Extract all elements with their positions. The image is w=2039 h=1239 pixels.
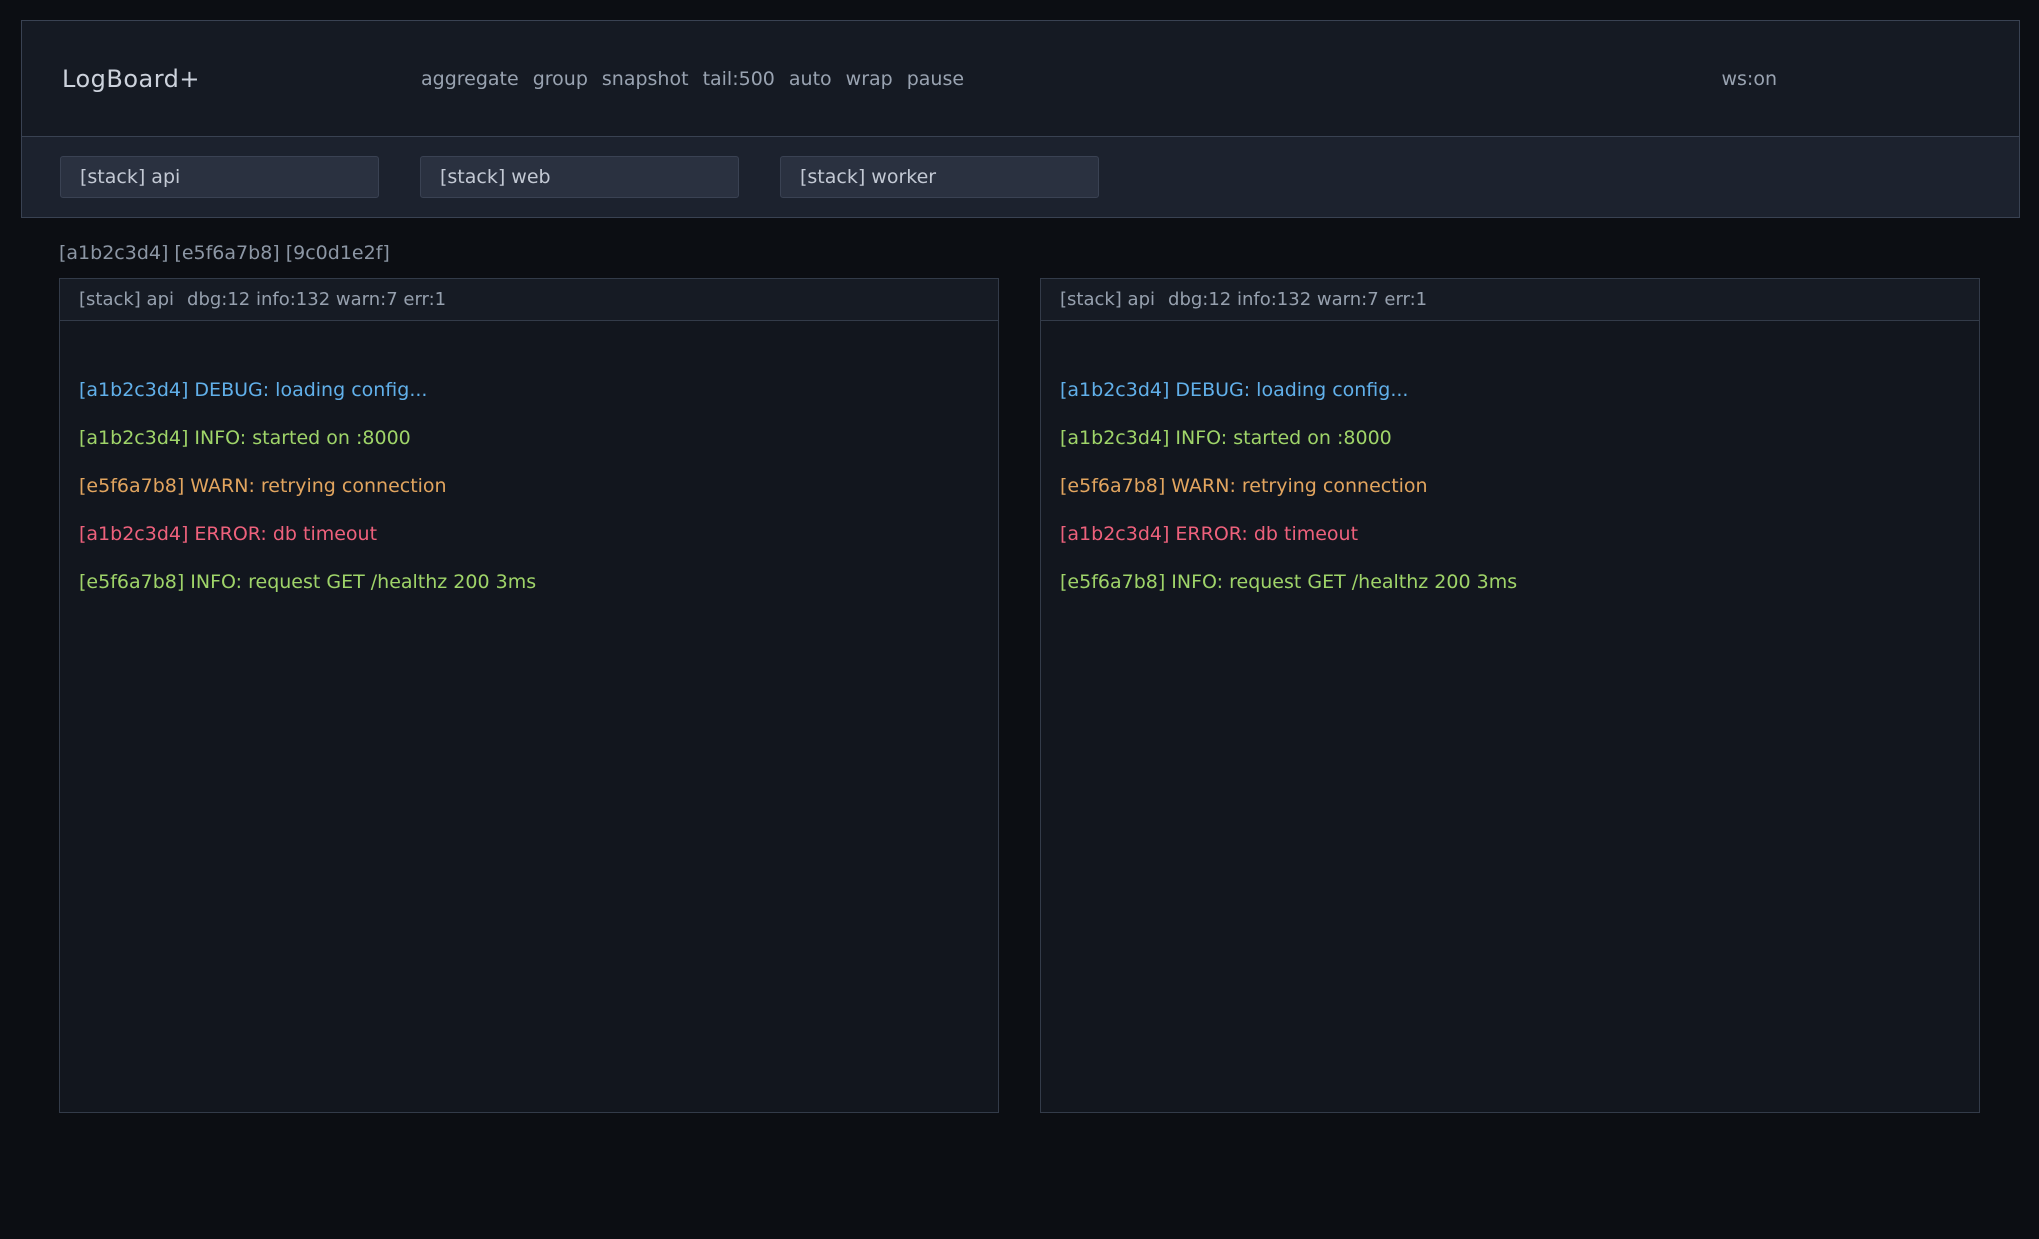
panel-stats: dbg:12 info:132 warn:7 err:1 [187,289,446,310]
trace-ids-line: [a1b2c3d4] [e5f6a7b8] [9c0d1e2f] [59,240,2039,266]
menu-item-auto[interactable]: auto [789,68,832,90]
log-line-debug: [a1b2c3d4] DEBUG: loading config... [1060,366,1960,414]
menu-item-snapshot[interactable]: snapshot [602,68,689,90]
log-line-warn: [e5f6a7b8] WARN: retrying connection [1060,462,1960,510]
log-line-error: [a1b2c3d4] ERROR: db timeout [79,510,979,558]
panels-area: [stack] apidbg:12 info:132 warn:7 err:1 … [59,278,1980,1113]
panel-stats: dbg:12 info:132 warn:7 err:1 [1168,289,1427,310]
log-line-info: [a1b2c3d4] INFO: started on :8000 [79,414,979,462]
toolbar-menu: aggregate group snapshot tail:500 auto w… [421,68,964,90]
menu-item-pause[interactable]: pause [907,68,964,90]
panel-source-label: [stack] api [1060,289,1155,310]
log-panel-left: [stack] apidbg:12 info:132 warn:7 err:1 … [59,278,999,1113]
menu-item-aggregate[interactable]: aggregate [421,68,519,90]
stack-tab-worker[interactable]: [stack] worker [780,156,1099,198]
log-line-error: [a1b2c3d4] ERROR: db timeout [1060,510,1960,558]
logboard-app: LogBoard+ aggregate group snapshot tail:… [0,20,2039,1113]
menu-item-tail[interactable]: tail:500 [703,68,775,90]
ws-status: ws:on [1721,68,1777,90]
log-line-warn: [e5f6a7b8] WARN: retrying connection [79,462,979,510]
panel-source-label: [stack] api [79,289,174,310]
top-container: LogBoard+ aggregate group snapshot tail:… [21,20,2020,218]
menu-item-wrap[interactable]: wrap [846,68,893,90]
log-line-info: [a1b2c3d4] INFO: started on :8000 [1060,414,1960,462]
panel-header: [stack] api dbg:12 info:132 warn:7 err:1 [60,279,998,321]
log-list[interactable]: [a1b2c3d4] DEBUG: loading config... [a1b… [1041,321,1979,606]
menu-item-group[interactable]: group [533,68,588,90]
log-panel-right: [stack] apidbg:12 info:132 warn:7 err:1 … [1040,278,1980,1113]
stack-tab-web[interactable]: [stack] web [420,156,739,198]
panel-header: [stack] api dbg:12 info:132 warn:7 err:1 [1041,279,1979,321]
log-line-debug: [a1b2c3d4] DEBUG: loading config... [79,366,979,414]
app-title: LogBoard+ [22,65,421,93]
stack-tab-api[interactable]: [stack] api [60,156,379,198]
log-line-info: [e5f6a7b8] INFO: request GET /healthz 20… [1060,558,1960,606]
stack-tabs-row: [stack] api [stack] web [stack] worker [22,137,2019,217]
log-list[interactable]: [a1b2c3d4] DEBUG: loading config... [a1b… [60,321,998,606]
header-bar: LogBoard+ aggregate group snapshot tail:… [22,21,2019,137]
log-line-info: [e5f6a7b8] INFO: request GET /healthz 20… [79,558,979,606]
